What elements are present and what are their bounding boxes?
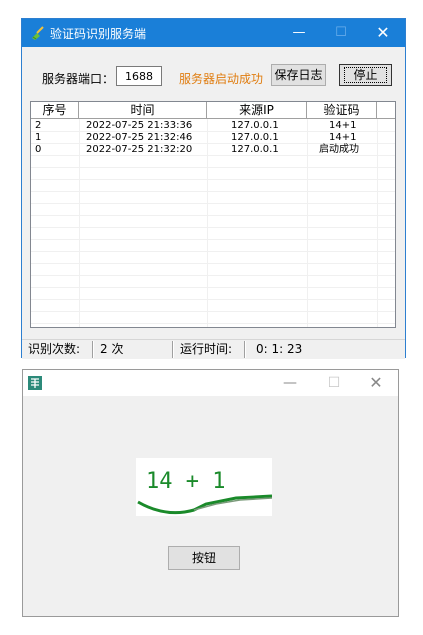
server-titlebar[interactable]: 验证码识别服务端 — ☐ ✕ <box>22 19 405 47</box>
grid-line <box>31 215 395 216</box>
recognition-count-value: 2 次 <box>100 342 124 356</box>
cell-time: 2022-07-25 21:33:36 <box>86 120 193 131</box>
cell-seq: 1 <box>35 132 42 143</box>
client-minimize-button[interactable]: — <box>268 370 312 396</box>
listview-header: 序号 时间 来源IP 验证码 <box>31 102 395 119</box>
log-listview[interactable]: 序号 时间 来源IP 验证码 2 2022-07-25 21:33:36 127… <box>30 101 396 328</box>
grid-line <box>31 287 395 288</box>
table-row[interactable]: 0 2022-07-25 21:32:20 127.0.0.1 启动成功 <box>31 144 395 156</box>
runtime-value: 0: 1: 23 <box>256 342 303 356</box>
statusbar-separator <box>172 341 174 358</box>
cell-seq: 0 <box>35 144 42 155</box>
cell-code: 14+1 <box>329 120 357 131</box>
recognition-count-label: 识别次数: <box>28 342 81 356</box>
grid-line <box>31 263 395 264</box>
cell-ip: 127.0.0.1 <box>231 120 279 131</box>
server-status-text: 服务器启动成功 <box>179 72 264 86</box>
client-maximize-button[interactable]: ☐ <box>312 370 356 396</box>
server-minimize-button[interactable]: — <box>278 19 320 47</box>
client-window: — ☐ ✕ 14 + 1 按钮 <box>22 369 399 617</box>
grid-line <box>31 275 395 276</box>
statusbar-separator <box>92 341 94 358</box>
grid-line <box>31 227 395 228</box>
runtime-label: 运行时间: <box>180 342 233 356</box>
action-button[interactable]: 按钮 <box>168 546 240 570</box>
grid-line <box>31 311 395 312</box>
server-window: 验证码识别服务端 — ☐ ✕ 服务器端口： 1688 服务器启动成功 保存日志 … <box>21 18 406 359</box>
client-close-button[interactable]: ✕ <box>354 370 398 396</box>
broom-app-icon <box>32 26 44 40</box>
grid-line <box>31 299 395 300</box>
server-statusbar: 识别次数: 2 次 运行时间: 0: 1: 23 <box>22 339 405 359</box>
cell-time: 2022-07-25 21:32:20 <box>86 144 193 155</box>
column-header-time[interactable]: 时间 <box>79 102 207 118</box>
port-label: 服务器端口： <box>42 72 115 86</box>
cell-time: 2022-07-25 21:32:46 <box>86 132 193 143</box>
grid-line <box>31 239 395 240</box>
cell-ip: 127.0.0.1 <box>231 132 279 143</box>
grid-line <box>31 179 395 180</box>
grid-line <box>31 323 395 324</box>
port-input[interactable]: 1688 <box>116 66 162 86</box>
client-titlebar[interactable]: — ☐ ✕ <box>23 370 398 396</box>
grid-line <box>31 191 395 192</box>
statusbar-separator <box>244 341 246 358</box>
server-control-row: 服务器端口： 1688 服务器启动成功 保存日志 停止 <box>22 64 405 90</box>
cell-ip: 127.0.0.1 <box>231 144 279 155</box>
table-row[interactable]: 1 2022-07-25 21:32:46 127.0.0.1 14+1 <box>31 132 395 144</box>
cell-seq: 2 <box>35 120 42 131</box>
column-header-seq[interactable]: 序号 <box>31 102 79 118</box>
server-window-title: 验证码识别服务端 <box>50 27 147 41</box>
captcha-image: 14 + 1 <box>136 458 272 516</box>
app-icon <box>28 376 42 390</box>
grid-line <box>31 167 395 168</box>
cell-code: 14+1 <box>329 132 357 143</box>
server-maximize-button[interactable]: ☐ <box>320 19 362 47</box>
grid-line <box>31 251 395 252</box>
stop-button[interactable]: 停止 <box>339 64 392 86</box>
cell-code: 启动成功 <box>319 144 359 155</box>
stop-button-label: 停止 <box>344 67 387 83</box>
table-row[interactable]: 2 2022-07-25 21:33:36 127.0.0.1 14+1 <box>31 120 395 132</box>
grid-line <box>31 203 395 204</box>
captcha-text: 14 + 1 <box>146 469 225 494</box>
save-log-button[interactable]: 保存日志 <box>271 64 326 86</box>
column-header-code[interactable]: 验证码 <box>307 102 377 118</box>
column-header-ip[interactable]: 来源IP <box>207 102 307 118</box>
server-close-button[interactable]: ✕ <box>362 19 404 47</box>
